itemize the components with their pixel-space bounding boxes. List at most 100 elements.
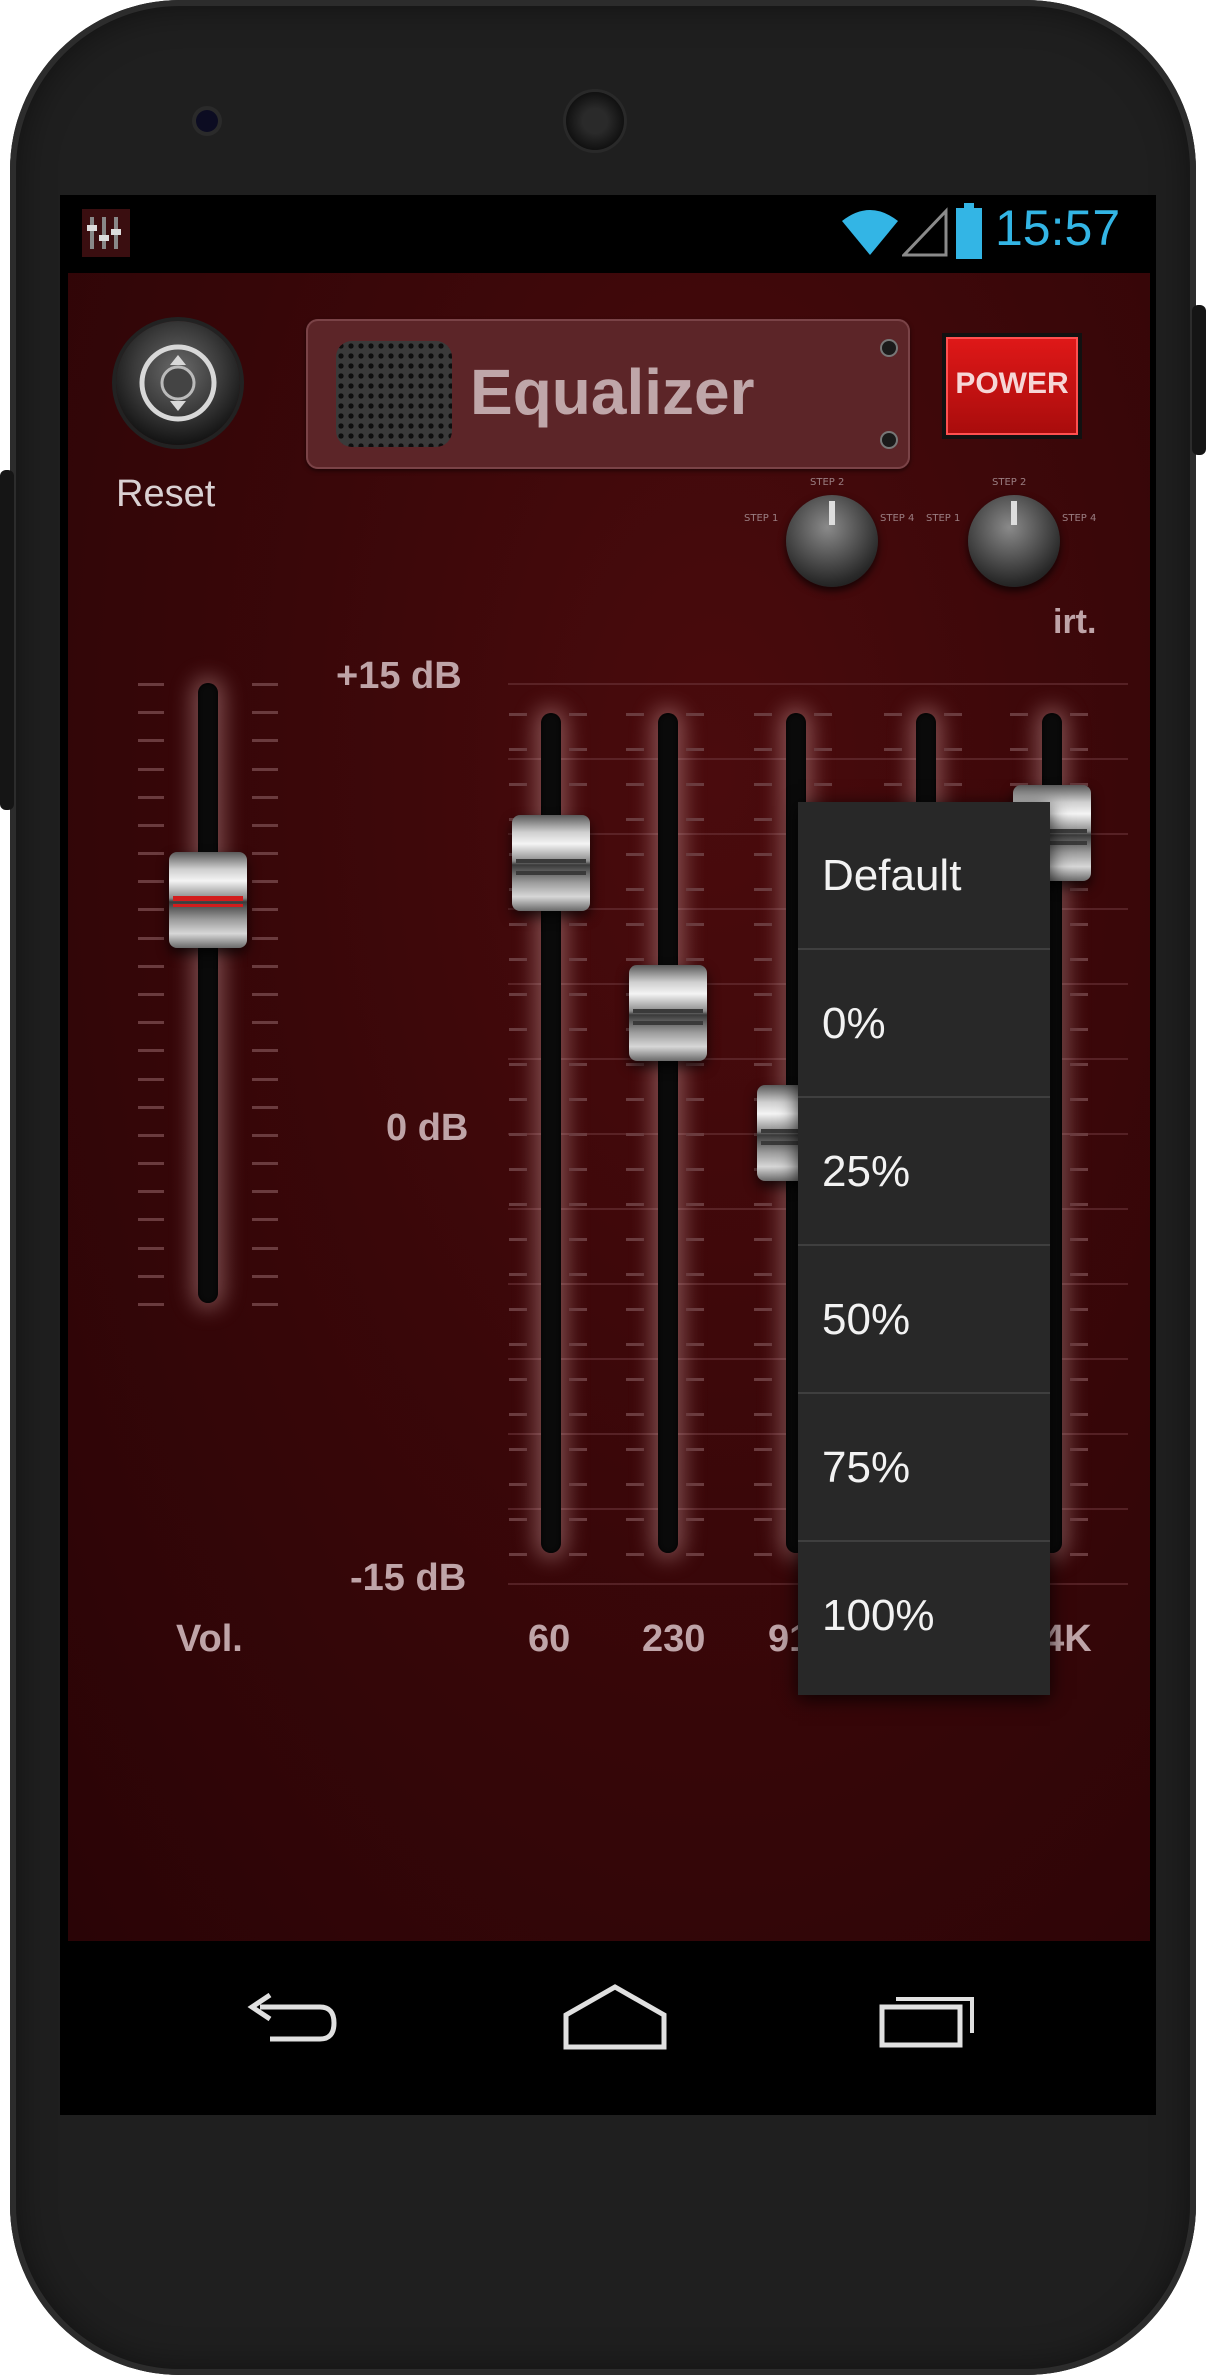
- volume-tick: [138, 993, 164, 996]
- band-tick: [884, 783, 902, 786]
- band-tick: [626, 1063, 644, 1066]
- band-tick: [626, 1308, 644, 1311]
- volume-tick: [138, 936, 164, 940]
- phone-frame: 15:57 Reset Equalizer POWER STEP 1 STEP …: [0, 0, 1206, 2375]
- band-thumb[interactable]: [512, 815, 590, 911]
- band-tick: [686, 1203, 704, 1206]
- volume-tick: [138, 1218, 164, 1222]
- band-tick: [1070, 993, 1088, 996]
- band-tick: [686, 1378, 704, 1381]
- volume-tick: [252, 1190, 278, 1194]
- band-tick: [626, 713, 644, 716]
- band-tick: [754, 1413, 772, 1416]
- option-0-percent[interactable]: 0%: [798, 950, 1050, 1098]
- band-tick: [1010, 713, 1028, 716]
- band-tick: [509, 1098, 527, 1101]
- band-tick: [754, 818, 772, 821]
- band-tick: [944, 713, 962, 716]
- band-tick: [686, 1413, 704, 1416]
- band-tick: [569, 1413, 587, 1416]
- band-tick: [626, 853, 644, 856]
- volume-tick: [138, 711, 164, 715]
- volume-tick: [252, 993, 278, 996]
- volume-rocker: [0, 470, 14, 810]
- option-25-percent[interactable]: 25%: [798, 1098, 1050, 1246]
- band-tick: [1070, 1343, 1088, 1346]
- band-tick: [626, 1273, 644, 1276]
- volume-thumb[interactable]: [169, 852, 247, 948]
- thumb-groove: [633, 1009, 703, 1013]
- band-tick: [1070, 1413, 1088, 1416]
- band-tick: [569, 993, 587, 996]
- volume-tick: [252, 1133, 278, 1137]
- preset-dropdown: Default 0% 25% 50% 75% 100%: [798, 802, 1050, 1695]
- band-tick: [686, 923, 704, 926]
- band-tick: [509, 1308, 527, 1311]
- reset-icon: [139, 344, 217, 422]
- band-tick: [1070, 888, 1088, 891]
- band-thumb[interactable]: [629, 965, 707, 1061]
- band-tick: [509, 958, 527, 961]
- option-default[interactable]: Default: [798, 802, 1050, 950]
- band-tick: [626, 1343, 644, 1346]
- band-tick: [509, 1203, 527, 1206]
- band-tick: [686, 1448, 704, 1451]
- band-tick: [1070, 1483, 1088, 1486]
- volume-tick: [252, 852, 278, 856]
- band-track: [658, 713, 678, 1553]
- recent-apps-icon[interactable]: [878, 1985, 978, 2049]
- volume-tick: [138, 795, 164, 799]
- band-tick: [754, 1063, 772, 1066]
- band-tick: [754, 1343, 772, 1346]
- band-tick: [1070, 1133, 1088, 1136]
- reset-label: Reset: [116, 473, 216, 515]
- band-tick: [754, 713, 772, 716]
- band-tick: [569, 1343, 587, 1346]
- band-tick: [686, 748, 704, 751]
- volume-tick: [252, 908, 278, 912]
- band-tick: [686, 1518, 704, 1521]
- signal-icon: [902, 207, 948, 257]
- earpiece-speaker-icon: [566, 92, 624, 150]
- option-75-percent[interactable]: 75%: [798, 1394, 1050, 1542]
- volume-tick: [252, 739, 278, 743]
- thumb-groove: [633, 1021, 703, 1025]
- band-tick: [754, 748, 772, 751]
- band-tick: [569, 1098, 587, 1101]
- option-50-percent[interactable]: 50%: [798, 1246, 1050, 1394]
- band-tick: [686, 1308, 704, 1311]
- back-icon[interactable]: [240, 1993, 340, 2053]
- band-tick: [569, 1063, 587, 1066]
- band-tick: [814, 713, 832, 716]
- band-tick: [509, 1168, 527, 1171]
- band-tick: [686, 888, 704, 891]
- band-tick: [626, 1238, 644, 1241]
- volume-slider[interactable]: [138, 653, 278, 1313]
- band-tick: [509, 1273, 527, 1276]
- band-tick: [686, 1133, 704, 1136]
- band-tick: [1070, 1273, 1088, 1276]
- power-key: [1192, 305, 1206, 455]
- band-tick: [569, 1518, 587, 1521]
- band-tick: [686, 958, 704, 961]
- band-tick: [509, 1518, 527, 1521]
- band-tick: [1070, 958, 1088, 961]
- home-icon[interactable]: [560, 1981, 670, 2051]
- band-tick: [1070, 1098, 1088, 1101]
- band-tick: [626, 1553, 644, 1556]
- band-tick: [509, 923, 527, 926]
- band-tick: [686, 853, 704, 856]
- band-tick: [814, 783, 832, 786]
- band-tick: [884, 713, 902, 716]
- status-bar: 15:57: [60, 195, 1156, 273]
- band-tick: [1010, 748, 1028, 751]
- band-tick: [509, 1553, 527, 1556]
- band-tick: [1070, 1448, 1088, 1451]
- wifi-icon: [842, 210, 898, 255]
- reset-button[interactable]: [116, 321, 240, 445]
- band-tick: [754, 1553, 772, 1556]
- option-100-percent[interactable]: 100%: [798, 1542, 1050, 1690]
- band-tick: [754, 1378, 772, 1381]
- band-tick: [1070, 1168, 1088, 1171]
- band-slider-230[interactable]: [598, 273, 738, 1603]
